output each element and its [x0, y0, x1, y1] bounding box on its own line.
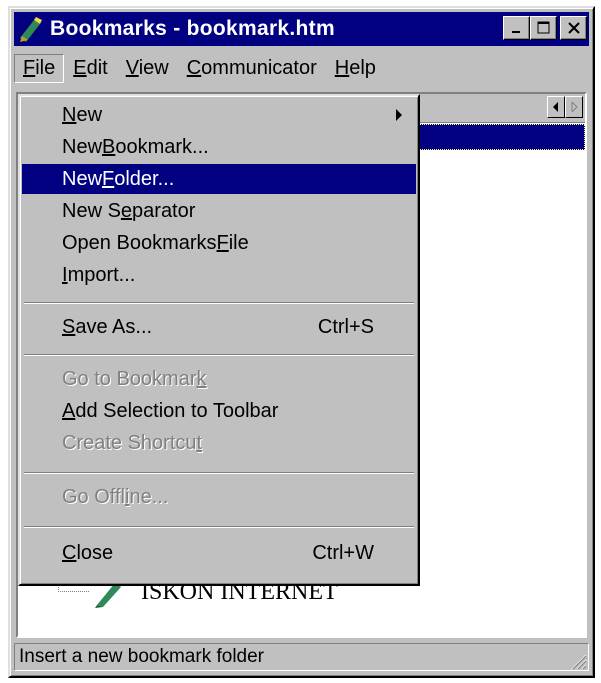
menu-separator: [24, 354, 414, 356]
menu-communicator[interactable]: Communicator: [178, 54, 326, 83]
menuitem-go-offline-post: ne...: [129, 485, 169, 508]
menu-bar: File Edit View Communicator Help: [14, 50, 589, 86]
menuitem-new-folder-pre: New: [62, 167, 103, 190]
close-window-button[interactable]: [560, 16, 587, 40]
menu-communicator-key: C: [186, 56, 202, 79]
menu-edit-key: E: [73, 56, 87, 79]
maximize-icon: [537, 21, 549, 34]
menu-file-key: F: [23, 56, 36, 79]
menuitem-new-bookmark-key: B: [102, 135, 116, 158]
menuitem-go-to-bookmark-key: k: [196, 367, 207, 390]
menuitem-close-post: lose: [76, 541, 114, 564]
menuitem-save-as-post: ave As...: [75, 315, 153, 338]
menu-help-key: H: [334, 56, 350, 79]
status-text: Insert a new bookmark folder: [19, 646, 265, 667]
menuitem-import-post: mport...: [67, 263, 136, 286]
arrow-right-icon: [571, 102, 578, 112]
menuitem-add-selection-key: A: [62, 399, 76, 422]
resize-grip-icon[interactable]: [569, 652, 587, 670]
menuitem-go-offline: Go Offl i ne...: [22, 482, 416, 512]
submenu-arrow-icon: [396, 109, 402, 121]
shortcut-close: Ctrl+W: [312, 541, 374, 564]
menu-separator: [24, 472, 414, 474]
menuitem-add-selection-to-toolbar[interactable]: Add Selection to Toolbar: [22, 396, 416, 426]
menuitem-new-key: N: [62, 103, 77, 126]
menuitem-new-separator-key: e: [120, 199, 133, 222]
close-icon: [567, 22, 580, 34]
menuitem-new[interactable]: New: [22, 100, 416, 130]
menuitem-save-as-key: S: [62, 315, 76, 338]
bookmarks-app-icon: [20, 17, 42, 42]
menu-view-post: iew: [138, 56, 169, 79]
shortcut-save-as: Ctrl+S: [317, 315, 374, 338]
menuitem-new-folder-key: F: [102, 167, 115, 190]
arrow-left-icon: [553, 102, 558, 112]
menuitem-open-bookmarks-pre: Open Bookmarks: [62, 231, 217, 254]
menuitem-new-folder-post: older...: [114, 167, 175, 190]
menuitem-go-to-bookmark-pre: Go to Bookmar: [62, 367, 197, 390]
status-bar: Insert a new bookmark folder: [14, 642, 589, 672]
menu-separator: [24, 526, 414, 528]
status-panel: Insert a new bookmark folder: [14, 643, 589, 671]
menuitem-open-bookmarks-key: F: [216, 231, 229, 254]
menu-view[interactable]: View: [117, 54, 178, 83]
minimize-button[interactable]: [503, 16, 530, 40]
menuitem-save-as[interactable]: Save As... Ctrl+S: [22, 312, 416, 342]
menu-file[interactable]: File: [14, 53, 65, 83]
menuitem-new-bookmark-pre: New: [62, 135, 103, 158]
menuitem-open-bookmarks-post: ile: [228, 231, 249, 254]
header-scroll-arrows: [547, 96, 583, 118]
menuitem-create-shortcut: Create Shortcu t: [22, 428, 416, 458]
menu-communicator-post: ommunicator: [201, 56, 317, 79]
menuitem-create-shortcut-pre: Create Shortcu: [62, 431, 197, 454]
maximize-button[interactable]: [530, 16, 557, 40]
menuitem-close[interactable]: Close Ctrl+W: [22, 538, 416, 568]
menuitem-go-to-bookmark: Go to Bookmar k: [22, 364, 416, 394]
menu-file-post: ile: [35, 56, 56, 79]
scroll-left-button[interactable]: [547, 96, 565, 118]
window-title: Bookmarks - bookmark.htm: [50, 17, 335, 40]
menu-help-post: elp: [349, 56, 376, 79]
menuitem-new-separator[interactable]: New Se parator: [22, 196, 416, 226]
menu-separator: [24, 302, 414, 304]
menuitem-new-bookmark-post: ookmark...: [115, 135, 209, 158]
minimize-icon: [511, 31, 520, 33]
menu-view-key: V: [125, 56, 139, 79]
menu-help[interactable]: Help: [326, 54, 385, 83]
menuitem-go-offline-pre: Go Offl: [62, 485, 125, 508]
title-bar[interactable]: Bookmarks - bookmark.htm: [14, 12, 589, 46]
menuitem-new-separator-post: parator: [132, 199, 196, 222]
window-controls: [503, 16, 587, 40]
menu-edit[interactable]: Edit: [64, 54, 116, 83]
menu-edit-post: dit: [86, 56, 108, 79]
menuitem-open-bookmarks-file[interactable]: Open Bookmarks File: [22, 228, 416, 258]
menuitem-new-folder[interactable]: New Folder...: [22, 164, 416, 194]
menuitem-new-bookmark[interactable]: New Bookmark...: [22, 132, 416, 162]
scroll-right-button[interactable]: [565, 96, 583, 118]
menuitem-new-separator-pre: New S: [62, 199, 121, 222]
menuitem-add-selection-post: dd Selection to Toolbar: [75, 399, 279, 422]
menuitem-import[interactable]: Import...: [22, 260, 416, 290]
menuitem-close-key: C: [62, 541, 77, 564]
menuitem-new-post: ew: [76, 103, 103, 126]
file-menu-dropdown: New New Bookmark... New Folder... New Se…: [18, 94, 420, 586]
menuitem-create-shortcut-key: t: [196, 431, 203, 454]
